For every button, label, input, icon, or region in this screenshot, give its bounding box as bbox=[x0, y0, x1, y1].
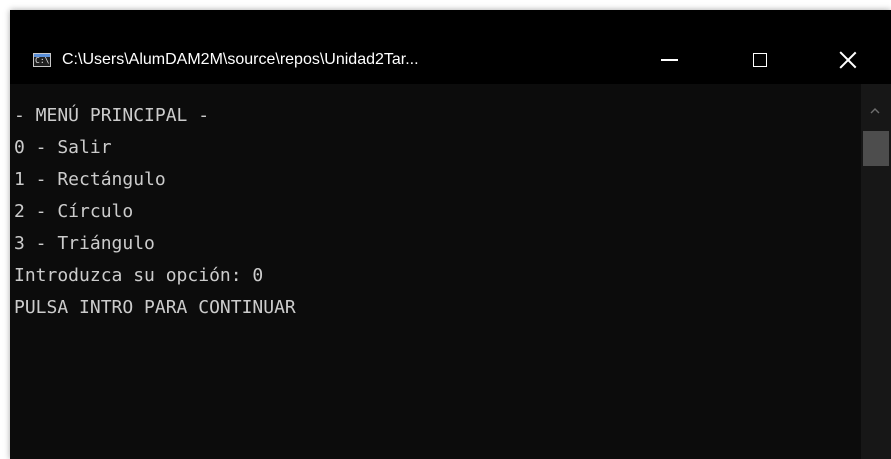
console-window: C:\ C:\Users\AlumDAM2M\source\repos\Unid… bbox=[10, 10, 891, 459]
maximize-button[interactable] bbox=[737, 36, 783, 84]
console-line: - MENÚ PRINCIPAL - bbox=[14, 105, 210, 126]
minimize-button[interactable] bbox=[646, 36, 692, 84]
title-bar[interactable]: C:\ C:\Users\AlumDAM2M\source\repos\Unid… bbox=[10, 10, 891, 84]
vertical-scrollbar[interactable] bbox=[861, 84, 891, 459]
window-title: C:\Users\AlumDAM2M\source\repos\Unidad2T… bbox=[62, 51, 419, 68]
console-output[interactable]: - MENÚ PRINCIPAL - 0 - Salir 1 - Rectáng… bbox=[10, 84, 861, 459]
console-line: 0 - Salir bbox=[14, 137, 112, 158]
close-button[interactable] bbox=[825, 36, 871, 84]
console-line: 1 - Rectángulo bbox=[14, 169, 166, 190]
icon-glyph: C:\ bbox=[35, 56, 50, 65]
scroll-up-button[interactable] bbox=[870, 106, 880, 116]
maximize-icon bbox=[753, 53, 767, 67]
minimize-icon bbox=[660, 59, 678, 61]
console-line: 2 - Círculo bbox=[14, 201, 134, 222]
console-line: Introduzca su opción: 0 bbox=[14, 265, 264, 286]
chevron-up-icon bbox=[870, 108, 880, 114]
close-icon bbox=[839, 51, 857, 69]
console-app-icon[interactable]: C:\ bbox=[33, 53, 51, 67]
scroll-thumb[interactable] bbox=[863, 131, 889, 166]
console-line: PULSA INTRO PARA CONTINUAR bbox=[14, 297, 296, 318]
console-line: 3 - Triángulo bbox=[14, 233, 155, 254]
